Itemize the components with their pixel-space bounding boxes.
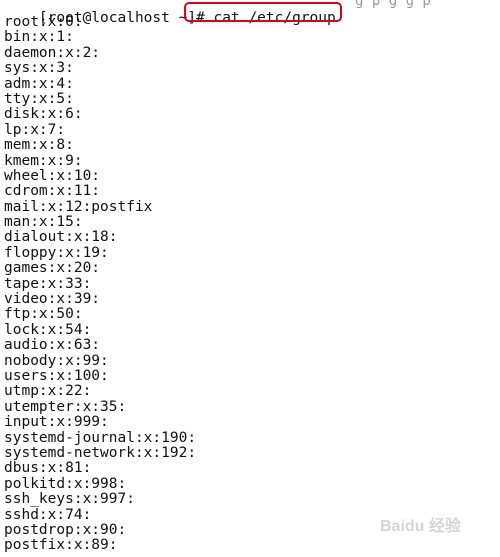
command-highlight-box — [184, 2, 342, 22]
output-line: audio:x:63: — [4, 337, 101, 354]
output-line: sys:x:3: — [4, 60, 74, 77]
output-line: systemd-network:x:192: — [4, 444, 197, 461]
output-line: games:x:20: — [4, 260, 101, 277]
output-line: root:x:0: — [4, 14, 83, 30]
output-line: ftp:x:50: — [4, 306, 83, 323]
output-line: sshd:x:74: — [4, 506, 92, 523]
output-line: utempter:x:35: — [4, 398, 127, 415]
output-line: kmem:x:9: — [4, 152, 83, 169]
baidu-watermark-logo: Baidu 经验 — [380, 516, 462, 535]
output-line: input:x:999: — [4, 414, 109, 431]
command-output: root:x:0: bin:x:1: daemon:x:2: sys:x:3: adm:… — [4, 14, 197, 554]
output-line: mem:x:8: — [4, 137, 74, 154]
output-line: floppy:x:19: — [4, 244, 109, 261]
output-line: systemd-journal:x:190: — [4, 429, 197, 446]
output-line: mail:x:12:postfix — [4, 198, 153, 215]
output-line: bin:x:1: — [4, 29, 74, 46]
watermark-text: Baidu 经验 — [380, 516, 462, 535]
terminal-window[interactable]: [root@localhost ~]# cat /etc/group g p g… — [0, 0, 500, 557]
output-line: daemon:x:2: — [4, 44, 101, 61]
output-line: utmp:x:22: — [4, 383, 92, 400]
output-line: tape:x:33: — [4, 275, 92, 292]
output-line: dialout:x:18: — [4, 229, 118, 246]
output-line: disk:x:6: — [4, 106, 83, 123]
output-line: tty:x:5: — [4, 90, 74, 107]
output-line: postdrop:x:90: — [4, 521, 127, 538]
output-line: lp:x:7: — [4, 121, 66, 138]
output-line: nobody:x:99: — [4, 352, 109, 369]
output-line: cdrom:x:11: — [4, 183, 101, 200]
output-line: wheel:x:10: — [4, 167, 101, 184]
prompt-tail-text: g p g g p — [355, 0, 431, 9]
output-line: dbus:x:81: — [4, 460, 92, 477]
output-line: polkitd:x:998: — [4, 475, 127, 492]
output-line: man:x:15: — [4, 214, 83, 231]
output-line: lock:x:54: — [4, 321, 92, 338]
output-line: ssh_keys:x:997: — [4, 491, 135, 508]
output-line: video:x:39: — [4, 291, 101, 308]
output-line: postfix:x:89: — [4, 537, 118, 554]
output-line: users:x:100: — [4, 367, 109, 384]
output-line: adm:x:4: — [4, 75, 74, 92]
